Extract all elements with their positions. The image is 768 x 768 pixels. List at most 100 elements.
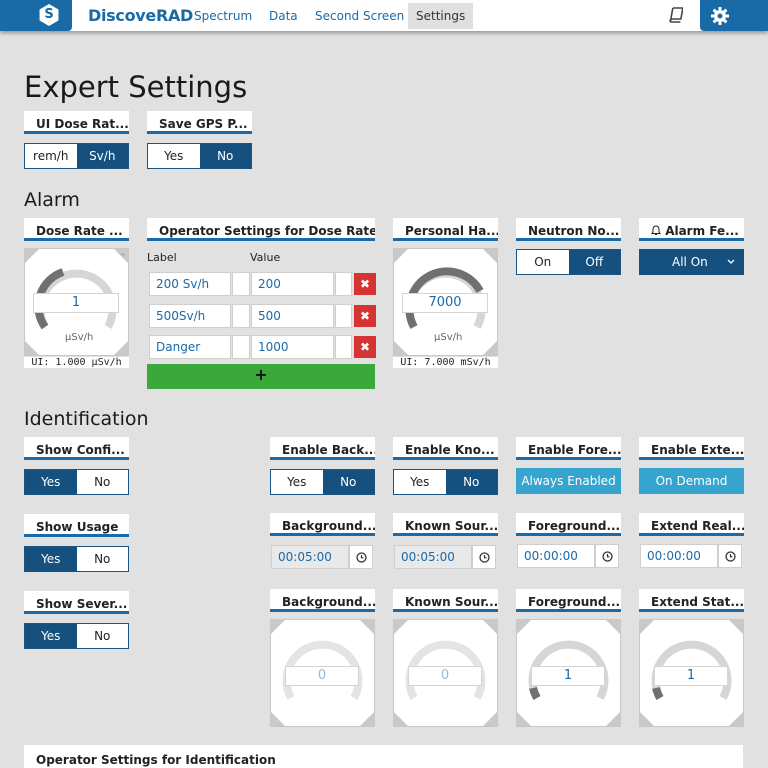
clock-button[interactable] — [472, 545, 496, 569]
row-spacer — [335, 272, 352, 296]
option-no[interactable]: No — [322, 470, 374, 494]
option-no[interactable]: No — [199, 144, 251, 168]
show-severity-toggle: Yes No — [24, 623, 129, 649]
alarm-feature-card: Alarm Fe... — [639, 218, 744, 241]
option-on[interactable]: On — [517, 250, 569, 274]
ui-dose-rate-card: UI Dose Rat... — [24, 111, 129, 134]
operator-settings-identification-card: Operator Settings for Identification — [24, 745, 743, 768]
show-severity-card: Show Sever... — [24, 591, 129, 614]
row-spacer — [232, 272, 250, 296]
page-title: Expert Settings — [24, 70, 248, 104]
personal-hazard-value[interactable]: 7000 — [402, 293, 488, 313]
show-confidence-toggle: Yes No — [24, 469, 129, 495]
option-yes[interactable]: Yes — [25, 470, 77, 494]
gear-icon — [711, 7, 729, 25]
row-value-input[interactable]: 200 — [251, 272, 334, 296]
enable-foreground-card: Enable Fore... — [516, 437, 621, 460]
row-value-input[interactable]: 500 — [251, 304, 334, 328]
nav-spectrum[interactable]: Spectrum — [186, 3, 260, 29]
neutron-toggle: On Off — [516, 249, 621, 275]
delete-row-icon[interactable]: ✖ — [354, 336, 376, 358]
known-source-time-input[interactable]: 00:05:00 — [394, 545, 472, 569]
nav-data[interactable]: Data — [261, 3, 306, 29]
row-spacer — [335, 335, 352, 359]
background-time-input[interactable]: 00:05:00 — [271, 545, 349, 569]
known-source-gauge-panel: 0 — [393, 619, 498, 727]
enable-known-toggle: Yes No — [393, 469, 498, 495]
add-row-button[interactable]: + — [147, 364, 375, 389]
extend-static-gauge-card: Extend Stat... — [639, 589, 744, 612]
brand-name: DiscoveRAD — [88, 6, 194, 25]
option-no[interactable]: No — [445, 470, 497, 494]
personal-hazard-unit: µSv/h — [434, 332, 463, 343]
enable-background-card: Enable Back... — [270, 437, 375, 460]
logo-hex-icon: S — [39, 4, 59, 26]
alarm-feature-value: All On — [672, 255, 708, 269]
option-no[interactable]: No — [77, 547, 129, 571]
clock-button[interactable] — [718, 544, 742, 568]
on-demand-badge: On Demand — [639, 468, 744, 494]
delete-row-icon[interactable]: ✖ — [354, 305, 376, 327]
alarm-heading: Alarm — [24, 189, 80, 211]
identification-heading: Identification — [24, 408, 149, 430]
background-gauge-panel: 0 — [270, 619, 375, 727]
settings-button[interactable] — [700, 0, 768, 31]
option-sv-h[interactable]: Sv/h — [76, 144, 128, 168]
alarm-feature-title: Alarm Fe... — [665, 224, 739, 238]
delete-row-icon[interactable]: ✖ — [354, 273, 376, 295]
personal-hazard-gauge-panel: 7000 µSv/h — [393, 248, 498, 356]
book-icon[interactable] — [667, 7, 683, 23]
extend-real-time-input[interactable]: 00:00:00 — [640, 544, 718, 568]
background-gauge-value[interactable]: 0 — [285, 666, 359, 686]
known-source-gauge-card: Known Sour... — [393, 589, 498, 612]
show-usage-toggle: Yes No — [24, 546, 129, 572]
dose-rate-unit: µSv/h — [65, 332, 94, 343]
extend-static-gauge-panel: 1 — [639, 619, 744, 727]
label-header: Label — [147, 251, 177, 264]
foreground-gauge-panel: 1 — [516, 619, 621, 727]
option-yes[interactable]: Yes — [394, 470, 446, 494]
extend-static-gauge-value[interactable]: 1 — [654, 666, 728, 686]
option-yes[interactable]: Yes — [148, 144, 200, 168]
known-source-gauge-value[interactable]: 0 — [408, 666, 482, 686]
clock-icon — [479, 552, 490, 563]
dose-rate-value[interactable]: 1 — [33, 293, 119, 313]
row-spacer — [335, 304, 352, 328]
logo[interactable]: S — [0, 0, 72, 31]
clock-button[interactable] — [349, 545, 373, 569]
row-label-input[interactable]: 500Sv/h — [149, 304, 231, 328]
background-time-card: Background... — [270, 513, 375, 536]
always-enabled-badge: Always Enabled — [516, 468, 621, 494]
dose-rate-card: Dose Rate ... — [24, 218, 129, 241]
option-rem-h[interactable]: rem/h — [25, 144, 77, 168]
clock-button[interactable] — [595, 544, 619, 568]
row-value-input[interactable]: 1000 — [251, 335, 334, 359]
bell-icon — [651, 225, 661, 235]
personal-hazard-card: Personal Ha... — [393, 218, 498, 241]
operator-settings-card: Operator Settings for Dose Rate ... — [147, 218, 375, 241]
clock-icon — [725, 551, 736, 562]
nav-second-screen[interactable]: Second Screen — [307, 3, 412, 29]
neutron-card: Neutron No... — [516, 218, 621, 241]
show-confidence-card: Show Confi... — [24, 437, 129, 460]
known-source-time-card: Known Sour... — [393, 513, 498, 536]
row-spacer — [232, 335, 250, 359]
option-off[interactable]: Off — [568, 250, 620, 274]
option-yes[interactable]: Yes — [25, 624, 77, 648]
foreground-gauge-value[interactable]: 1 — [531, 666, 605, 686]
option-no[interactable]: No — [77, 624, 129, 648]
value-header: Value — [250, 251, 281, 264]
clock-icon — [602, 551, 613, 562]
svg-text:⌃: ⌃ — [119, 253, 127, 263]
personal-hazard-ui-readout: UI: 7.000 mSv/h — [393, 357, 498, 368]
option-yes[interactable]: Yes — [271, 470, 323, 494]
option-yes[interactable]: Yes — [25, 547, 77, 571]
alarm-feature-dropdown[interactable]: All On — [639, 249, 744, 275]
dose-rate-gauge-panel: ⌃ 1 µSv/h — [24, 248, 129, 356]
option-no[interactable]: No — [77, 470, 129, 494]
foreground-gauge-card: Foreground... — [516, 589, 621, 612]
row-label-input[interactable]: Danger — [149, 335, 231, 359]
nav-settings[interactable]: Settings — [408, 3, 474, 29]
row-label-input[interactable]: 200 Sv/h — [149, 272, 231, 296]
foreground-time-input[interactable]: 00:00:00 — [517, 544, 595, 568]
